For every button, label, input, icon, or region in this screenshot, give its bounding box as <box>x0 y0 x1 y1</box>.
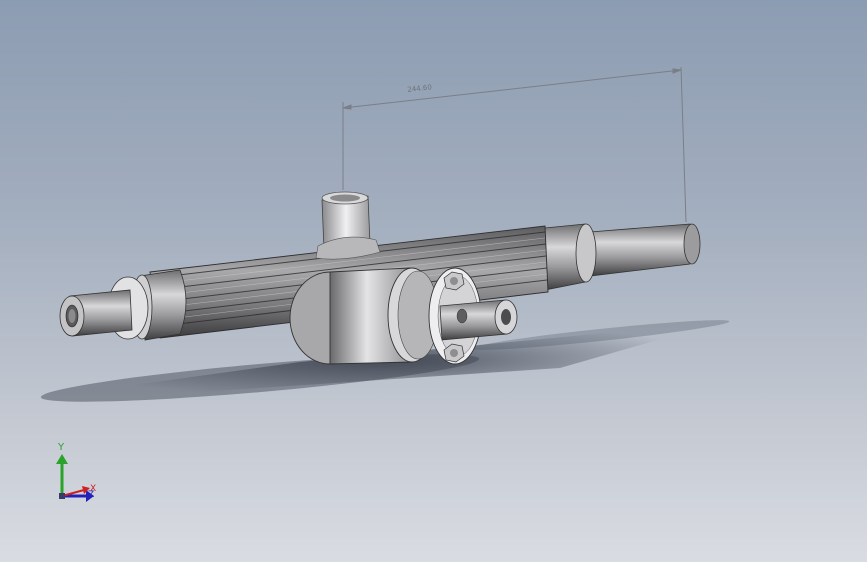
output-shaft[interactable] <box>439 299 518 341</box>
graphics-viewport[interactable]: 244.60 Y X Z <box>0 0 867 562</box>
triad-z-label: Z <box>88 490 95 500</box>
right-collar[interactable] <box>544 223 597 291</box>
model-view[interactable] <box>0 0 867 562</box>
dimension-annotation[interactable] <box>342 66 687 223</box>
central-hub[interactable] <box>289 267 439 365</box>
right-shaft[interactable] <box>589 223 701 277</box>
reference-triad[interactable]: Y X Z <box>50 440 110 510</box>
triad-y-label: Y <box>58 442 65 453</box>
left-shaft[interactable] <box>59 289 133 337</box>
top-pipe[interactable] <box>315 191 381 260</box>
